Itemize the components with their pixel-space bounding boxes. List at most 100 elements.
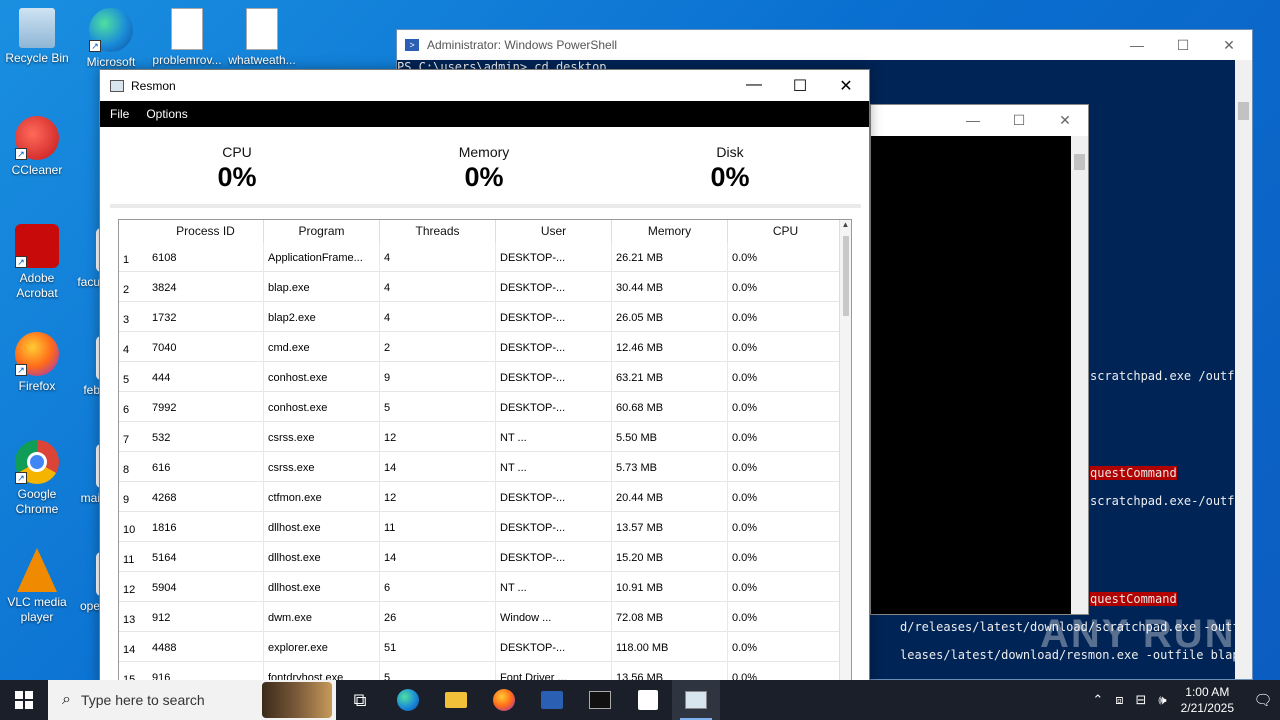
- notepad-taskbar-icon[interactable]: [624, 680, 672, 720]
- table-row[interactable]: 1 6108 ApplicationFrame... 4 DESKTOP-... 26.2…: [119, 242, 844, 272]
- close-button[interactable]: ✕: [823, 76, 869, 96]
- row-number: 2: [123, 284, 130, 296]
- minimize-button[interactable]: —: [950, 105, 996, 136]
- column-header-memory[interactable]: Memory: [612, 220, 728, 242]
- file-explorer-icon[interactable]: [432, 680, 480, 720]
- table-row[interactable]: 10 1816 dllhost.exe 11 DESKTOP-... 13.57 MB 0.…: [119, 512, 844, 542]
- table-cell: 0.0%: [728, 542, 844, 572]
- table-cell: 6: [380, 572, 496, 602]
- resmon-window[interactable]: Resmon — ☐ ✕ File Options CPU 0% Memory …: [99, 69, 870, 689]
- table-row[interactable]: 13 912 dwm.exe 26 Window ... 72.08 MB 0.0%: [119, 602, 844, 632]
- column-header-user[interactable]: User: [496, 220, 612, 242]
- row-number: 13: [123, 614, 136, 626]
- chevron-up-icon[interactable]: ⌃: [1092, 692, 1103, 708]
- table-row[interactable]: 3 1732 blap2.exe 4 DESKTOP-... 26.05 MB 0.0%: [119, 302, 844, 332]
- cpu-label: CPU: [222, 144, 252, 160]
- menu-file[interactable]: File: [110, 107, 129, 121]
- desktop-icon-ccleaner[interactable]: ↗ CCleaner: [0, 116, 74, 178]
- scroll-up-arrow-icon[interactable]: ▲: [840, 220, 851, 229]
- powershell-scrollbar[interactable]: [1235, 60, 1252, 679]
- table-row[interactable]: 5 444 conhost.exe 9 DESKTOP-... 63.21 MB 0.0%: [119, 362, 844, 392]
- desktop-icon-file-1[interactable]: problemrov...: [150, 8, 224, 68]
- chrome-icon: ↗: [15, 440, 59, 484]
- close-button[interactable]: ✕: [1042, 105, 1088, 136]
- shortcut-arrow-icon: ↗: [15, 256, 27, 268]
- firefox-taskbar-icon[interactable]: [480, 680, 528, 720]
- table-cell: 7992: [148, 392, 264, 422]
- table-row[interactable]: 4 7040 cmd.exe 2 DESKTOP-... 12.46 MB 0.0%: [119, 332, 844, 362]
- table-cell: 30.44 MB: [612, 272, 728, 302]
- desktop-icon-file-2[interactable]: whatweath...: [225, 8, 299, 68]
- column-header-program[interactable]: Program: [264, 220, 380, 242]
- table-row[interactable]: 2 3824 blap.exe 4 DESKTOP-... 30.44 MB 0.0%: [119, 272, 844, 302]
- table-cell: 51: [380, 632, 496, 662]
- task-view-icon[interactable]: ⧉: [336, 680, 384, 720]
- table-row[interactable]: 6 7992 conhost.exe 5 DESKTOP-... 60.68 MB 0.0%: [119, 392, 844, 422]
- search-icon: ⌕: [62, 691, 71, 708]
- table-cell: 0.0%: [728, 392, 844, 422]
- network-icon[interactable]: ⊟: [1136, 692, 1147, 708]
- clock[interactable]: 1:00 AM 2/21/2025: [1181, 684, 1234, 716]
- table-cell: 11: [380, 512, 496, 542]
- table-row[interactable]: 11 5164 dllhost.exe 14 DESKTOP-... 15.20 MB 0.…: [119, 542, 844, 572]
- column-header-threads[interactable]: Threads: [380, 220, 496, 242]
- start-button[interactable]: [0, 680, 48, 720]
- menu-options[interactable]: Options: [146, 107, 187, 121]
- scrollbar-thumb[interactable]: [843, 236, 849, 316]
- powershell-taskbar-icon[interactable]: [528, 680, 576, 720]
- table-row[interactable]: 8 616 csrss.exe 14 NT ... 5.73 MB 0.0%: [119, 452, 844, 482]
- divider: [110, 204, 861, 208]
- resmon-taskbar-icon[interactable]: [672, 680, 720, 720]
- desktop-icon-recycle-bin[interactable]: Recycle Bin: [0, 8, 74, 66]
- close-button[interactable]: ✕: [1206, 37, 1252, 54]
- memory-summary: Memory 0%: [364, 144, 604, 193]
- desktop-icon-partial-facu[interactable]: facu: [62, 228, 100, 290]
- volume-icon[interactable]: 🕪: [1158, 692, 1166, 708]
- edge-taskbar-icon[interactable]: [384, 680, 432, 720]
- scrollbar-thumb[interactable]: [1074, 154, 1085, 170]
- minimize-button[interactable]: —: [1114, 37, 1160, 54]
- table-scrollbar[interactable]: ▲: [839, 220, 851, 688]
- column-header-process-id[interactable]: Process ID: [148, 220, 264, 242]
- desktop-icon-partial-mai[interactable]: mai: [62, 444, 100, 506]
- console-titlebar[interactable]: — ☐ ✕: [871, 105, 1088, 136]
- table-cell: dwm.exe: [264, 602, 380, 632]
- minimize-button[interactable]: —: [731, 76, 777, 96]
- powershell-output-line: scratchpad.exe /outfi: [1090, 369, 1242, 383]
- table-cell: 4268: [148, 482, 264, 512]
- table-cell: cmd.exe: [264, 332, 380, 362]
- desktop-icon-label: CCleaner: [11, 163, 63, 177]
- table-row[interactable]: 9 4268 ctfmon.exe 12 DESKTOP-... 20.44 MB 0.0%: [119, 482, 844, 512]
- desktop-icon-partial-feb[interactable]: feb: [62, 336, 100, 398]
- resmon-titlebar[interactable]: Resmon — ☐ ✕: [100, 70, 869, 101]
- row-number: 6: [123, 404, 130, 416]
- clock-date: 2/21/2025: [1180, 701, 1234, 715]
- resmon-title: Resmon: [131, 78, 176, 93]
- edge-icon: ↗: [89, 8, 133, 52]
- terminal-taskbar-icon[interactable]: [576, 680, 624, 720]
- console-scrollbar[interactable]: [1071, 136, 1088, 614]
- table-row[interactable]: 12 5904 dllhost.exe 6 NT ... 10.91 MB 0.0%: [119, 572, 844, 602]
- table-cell: 26.05 MB: [612, 302, 728, 332]
- table-cell: 14: [380, 452, 496, 482]
- powershell-titlebar[interactable]: > Administrator: Windows PowerShell — ☐ …: [397, 30, 1252, 60]
- search-box[interactable]: ⌕ Type here to search: [48, 680, 336, 720]
- maximize-button[interactable]: ☐: [777, 76, 823, 96]
- desktop-icon-partial-ope[interactable]: ope: [62, 552, 100, 614]
- notification-icon[interactable]: 🗨: [1246, 691, 1280, 709]
- maximize-button[interactable]: ☐: [996, 105, 1042, 136]
- maximize-button[interactable]: ☐: [1160, 37, 1206, 54]
- usage-summary: CPU 0% Memory 0% Disk 0%: [110, 144, 862, 208]
- table-cell: 444: [148, 362, 264, 392]
- table-row[interactable]: 7 532 csrss.exe 12 NT ... 5.50 MB 0.0%: [119, 422, 844, 452]
- desktop-icon-microsoft-edge[interactable]: ↗ Microsoft: [74, 8, 148, 70]
- process-table[interactable]: Process ID Program Threads User Memory C…: [118, 219, 852, 688]
- table-row[interactable]: 14 4488 explorer.exe 51 DESKTOP-... 118.00 MB…: [119, 632, 844, 662]
- network-device-icon[interactable]: ⧈: [1115, 692, 1123, 708]
- table-cell: dllhost.exe: [264, 542, 380, 572]
- powershell-error-line: questCommand: [1090, 592, 1177, 606]
- column-header-cpu[interactable]: CPU: [728, 220, 844, 242]
- desktop-icon-label: Recycle Bin: [5, 51, 69, 65]
- scrollbar-thumb[interactable]: [1238, 102, 1249, 120]
- console-window[interactable]: — ☐ ✕: [870, 104, 1089, 615]
